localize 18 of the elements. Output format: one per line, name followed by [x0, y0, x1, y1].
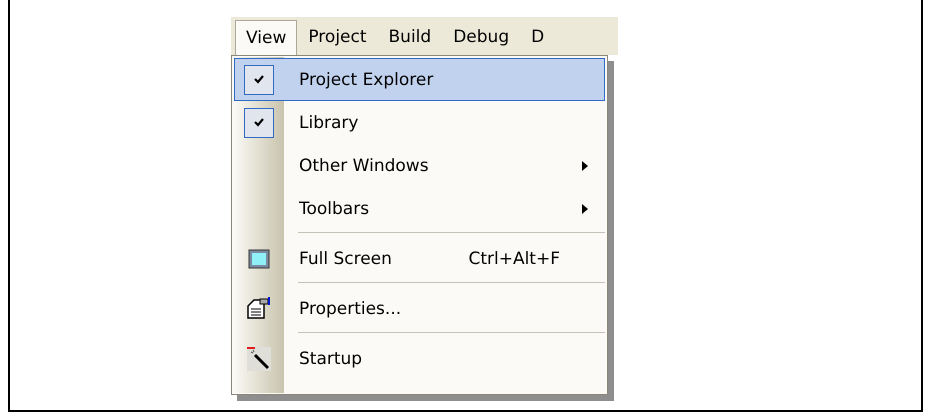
menu-item[interactable]: Library — [234, 101, 605, 144]
properties-icon — [246, 296, 272, 322]
menu-item[interactable]: Project Explorer — [234, 58, 605, 101]
menu-bar-item[interactable]: Project — [297, 19, 378, 55]
menu-item[interactable]: Toolbars — [234, 187, 605, 230]
screen-icon — [248, 248, 270, 268]
wand-icon — [246, 346, 272, 372]
menu-item[interactable]: Startup — [234, 337, 605, 380]
menu-bar-item[interactable]: View — [235, 20, 298, 55]
check-icon — [254, 75, 264, 84]
menu-item[interactable]: Properties... — [234, 287, 605, 330]
check-icon — [254, 118, 264, 127]
menu-item[interactable]: Full Screen Ctrl+Alt+F — [234, 237, 605, 280]
menu-bar-item[interactable]: Build — [378, 19, 442, 55]
menu-bar-item[interactable]: D — [520, 19, 556, 55]
shortcut-text: Ctrl+Alt+F — [468, 248, 560, 268]
menu-bar-item[interactable]: Debug — [442, 19, 520, 55]
menu-item[interactable]: Other Windows — [234, 144, 605, 187]
